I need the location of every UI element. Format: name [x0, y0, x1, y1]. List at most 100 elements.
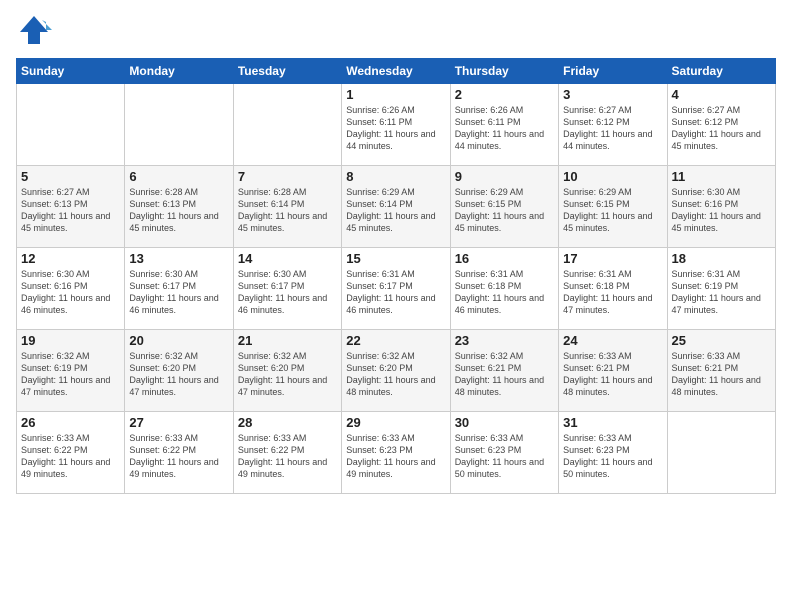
- header: [16, 12, 776, 48]
- page: Sunday Monday Tuesday Wednesday Thursday…: [0, 0, 792, 612]
- day-number: 10: [563, 169, 662, 184]
- calendar-cell: 3 Sunrise: 6:27 AM Sunset: 6:12 PM Daylig…: [559, 84, 667, 166]
- day-number: 19: [21, 333, 120, 348]
- day-number: 5: [21, 169, 120, 184]
- calendar-cell: 21 Sunrise: 6:32 AM Sunset: 6:20 PM Dayli…: [233, 330, 341, 412]
- calendar-cell: [233, 84, 341, 166]
- day-info: Sunrise: 6:30 AM Sunset: 6:17 PM Dayligh…: [129, 268, 228, 317]
- day-number: 7: [238, 169, 337, 184]
- calendar-cell: [667, 412, 775, 494]
- day-number: 20: [129, 333, 228, 348]
- col-sunday: Sunday: [17, 59, 125, 84]
- day-info: Sunrise: 6:32 AM Sunset: 6:20 PM Dayligh…: [129, 350, 228, 399]
- calendar-cell: 19 Sunrise: 6:32 AM Sunset: 6:19 PM Dayli…: [17, 330, 125, 412]
- calendar-table: Sunday Monday Tuesday Wednesday Thursday…: [16, 58, 776, 494]
- day-number: 16: [455, 251, 554, 266]
- calendar-cell: 6Sunrise: 6:28 AM Sunset: 6:13 PM Daylig…: [125, 166, 233, 248]
- calendar-cell: 26Sunrise: 6:33 AM Sunset: 6:22 PM Dayli…: [17, 412, 125, 494]
- day-info: Sunrise: 6:30 AM Sunset: 6:16 PM Dayligh…: [672, 186, 771, 235]
- day-number: 13: [129, 251, 228, 266]
- calendar-cell: 30Sunrise: 6:33 AM Sunset: 6:23 PM Dayli…: [450, 412, 558, 494]
- calendar-cell: 10 Sunrise: 6:29 AM Sunset: 6:15 PM Dayli…: [559, 166, 667, 248]
- calendar-cell: [125, 84, 233, 166]
- day-info: Sunrise: 6:33 AM Sunset: 6:22 PM Dayligh…: [129, 432, 228, 481]
- col-thursday: Thursday: [450, 59, 558, 84]
- day-number: 17: [563, 251, 662, 266]
- day-number: 22: [346, 333, 445, 348]
- calendar-cell: 9 Sunrise: 6:29 AM Sunset: 6:15 PM Daylig…: [450, 166, 558, 248]
- day-info: Sunrise: 6:27 AM Sunset: 6:12 PM Dayligh…: [672, 104, 771, 153]
- day-info: Sunrise: 6:27 AM Sunset: 6:12 PM Dayligh…: [563, 104, 662, 153]
- day-info: Sunrise: 6:31 AM Sunset: 6:17 PM Dayligh…: [346, 268, 445, 317]
- day-number: 11: [672, 169, 771, 184]
- day-info: Sunrise: 6:33 AM Sunset: 6:22 PM Dayligh…: [238, 432, 337, 481]
- calendar-cell: 16 Sunrise: 6:31 AM Sunset: 6:18 PM Dayli…: [450, 248, 558, 330]
- calendar-week-row: 12 Sunrise: 6:30 AM Sunset: 6:16 PM Dayli…: [17, 248, 776, 330]
- day-number: 4: [672, 87, 771, 102]
- calendar-cell: 27 Sunrise: 6:33 AM Sunset: 6:22 PM Dayli…: [125, 412, 233, 494]
- day-info: Sunrise: 6:33 AM Sunset: 6:21 PM Dayligh…: [672, 350, 771, 399]
- calendar-cell: 2Sunrise: 6:26 AM Sunset: 6:11 PM Daylig…: [450, 84, 558, 166]
- calendar-cell: 31 Sunrise: 6:33 AM Sunset: 6:23 PM Dayli…: [559, 412, 667, 494]
- day-number: 2: [455, 87, 554, 102]
- day-number: 21: [238, 333, 337, 348]
- calendar-cell: 15 Sunrise: 6:31 AM Sunset: 6:17 PM Dayli…: [342, 248, 450, 330]
- day-number: 31: [563, 415, 662, 430]
- day-info: Sunrise: 6:31 AM Sunset: 6:19 PM Dayligh…: [672, 268, 771, 317]
- calendar-cell: 1 Sunrise: 6:26 AM Sunset: 6:11 PM Daylig…: [342, 84, 450, 166]
- calendar-cell: 13 Sunrise: 6:30 AM Sunset: 6:17 PM Dayli…: [125, 248, 233, 330]
- day-info: Sunrise: 6:33 AM Sunset: 6:23 PM Dayligh…: [346, 432, 445, 481]
- day-number: 1: [346, 87, 445, 102]
- calendar-cell: 11 Sunrise: 6:30 AM Sunset: 6:16 PM Dayli…: [667, 166, 775, 248]
- day-number: 3: [563, 87, 662, 102]
- calendar-cell: [17, 84, 125, 166]
- calendar-cell: 25Sunrise: 6:33 AM Sunset: 6:21 PM Dayli…: [667, 330, 775, 412]
- col-wednesday: Wednesday: [342, 59, 450, 84]
- day-info: Sunrise: 6:28 AM Sunset: 6:14 PM Dayligh…: [238, 186, 337, 235]
- calendar-cell: 8Sunrise: 6:29 AM Sunset: 6:14 PM Daylig…: [342, 166, 450, 248]
- day-info: Sunrise: 6:33 AM Sunset: 6:21 PM Dayligh…: [563, 350, 662, 399]
- day-info: Sunrise: 6:29 AM Sunset: 6:15 PM Dayligh…: [563, 186, 662, 235]
- day-number: 23: [455, 333, 554, 348]
- logo-icon: [16, 12, 52, 48]
- calendar-week-row: 5 Sunrise: 6:27 AM Sunset: 6:13 PM Daylig…: [17, 166, 776, 248]
- day-info: Sunrise: 6:30 AM Sunset: 6:16 PM Dayligh…: [21, 268, 120, 317]
- calendar-week-row: 1 Sunrise: 6:26 AM Sunset: 6:11 PM Daylig…: [17, 84, 776, 166]
- day-info: Sunrise: 6:26 AM Sunset: 6:11 PM Dayligh…: [346, 104, 445, 153]
- day-number: 9: [455, 169, 554, 184]
- col-tuesday: Tuesday: [233, 59, 341, 84]
- calendar-cell: 12 Sunrise: 6:30 AM Sunset: 6:16 PM Dayli…: [17, 248, 125, 330]
- day-info: Sunrise: 6:32 AM Sunset: 6:20 PM Dayligh…: [346, 350, 445, 399]
- day-number: 15: [346, 251, 445, 266]
- logo: [16, 12, 56, 48]
- day-number: 30: [455, 415, 554, 430]
- day-info: Sunrise: 6:31 AM Sunset: 6:18 PM Dayligh…: [455, 268, 554, 317]
- calendar-cell: 29 Sunrise: 6:33 AM Sunset: 6:23 PM Dayli…: [342, 412, 450, 494]
- calendar-week-row: 19 Sunrise: 6:32 AM Sunset: 6:19 PM Dayli…: [17, 330, 776, 412]
- col-saturday: Saturday: [667, 59, 775, 84]
- calendar-cell: 23 Sunrise: 6:32 AM Sunset: 6:21 PM Dayli…: [450, 330, 558, 412]
- calendar-cell: 7 Sunrise: 6:28 AM Sunset: 6:14 PM Daylig…: [233, 166, 341, 248]
- calendar-cell: 20 Sunrise: 6:32 AM Sunset: 6:20 PM Dayli…: [125, 330, 233, 412]
- day-number: 27: [129, 415, 228, 430]
- day-number: 24: [563, 333, 662, 348]
- day-info: Sunrise: 6:27 AM Sunset: 6:13 PM Dayligh…: [21, 186, 120, 235]
- day-number: 12: [21, 251, 120, 266]
- day-number: 28: [238, 415, 337, 430]
- calendar-cell: 17 Sunrise: 6:31 AM Sunset: 6:18 PM Dayli…: [559, 248, 667, 330]
- day-info: Sunrise: 6:33 AM Sunset: 6:23 PM Dayligh…: [563, 432, 662, 481]
- calendar-cell: 14Sunrise: 6:30 AM Sunset: 6:17 PM Dayli…: [233, 248, 341, 330]
- calendar-cell: 24 Sunrise: 6:33 AM Sunset: 6:21 PM Dayli…: [559, 330, 667, 412]
- day-info: Sunrise: 6:31 AM Sunset: 6:18 PM Dayligh…: [563, 268, 662, 317]
- calendar-week-row: 26Sunrise: 6:33 AM Sunset: 6:22 PM Dayli…: [17, 412, 776, 494]
- day-number: 6: [129, 169, 228, 184]
- calendar-cell: 22 Sunrise: 6:32 AM Sunset: 6:20 PM Dayli…: [342, 330, 450, 412]
- day-info: Sunrise: 6:32 AM Sunset: 6:20 PM Dayligh…: [238, 350, 337, 399]
- day-info: Sunrise: 6:32 AM Sunset: 6:19 PM Dayligh…: [21, 350, 120, 399]
- day-info: Sunrise: 6:29 AM Sunset: 6:14 PM Dayligh…: [346, 186, 445, 235]
- day-info: Sunrise: 6:29 AM Sunset: 6:15 PM Dayligh…: [455, 186, 554, 235]
- day-number: 29: [346, 415, 445, 430]
- day-info: Sunrise: 6:30 AM Sunset: 6:17 PM Dayligh…: [238, 268, 337, 317]
- day-info: Sunrise: 6:32 AM Sunset: 6:21 PM Dayligh…: [455, 350, 554, 399]
- col-friday: Friday: [559, 59, 667, 84]
